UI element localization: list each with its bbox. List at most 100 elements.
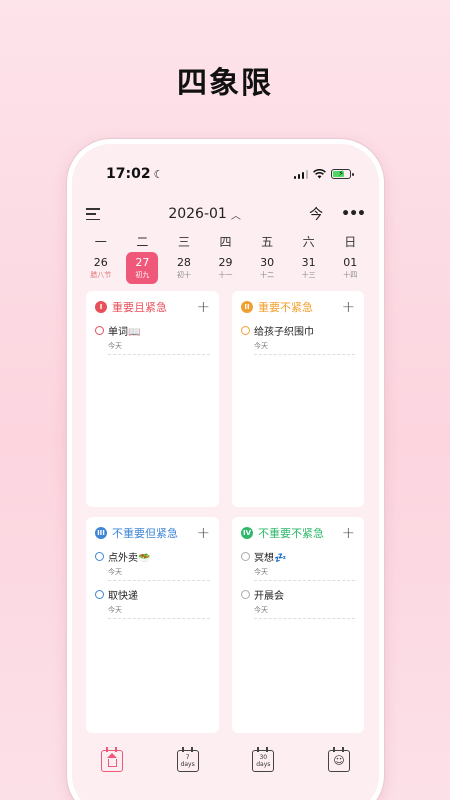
week-strip: 26 腊八节 27 初九 28 初十 29 十一 30 十二 31 十三 01 十四 — [80, 252, 371, 284]
battery-icon: ⚡ — [331, 169, 354, 179]
task-item[interactable]: 给孩子织围巾 今天 — [241, 323, 355, 355]
task-title: 冥想💤 — [254, 553, 287, 564]
quadrant-title-group: III 不重要但紧急 — [95, 525, 178, 541]
task-due: 今天 — [254, 567, 355, 581]
date-number: 01 — [343, 256, 358, 269]
status-time: 17:02 — [106, 166, 151, 182]
quadrant-badge: II — [241, 301, 253, 313]
quadrant-title: 重要不紧急 — [258, 301, 313, 314]
task-title: 开晨会 — [254, 591, 284, 602]
quadrant-title: 不重要不紧急 — [258, 527, 324, 540]
status-bar: 17:02 ☾ ⚡ — [106, 164, 354, 184]
task-checkbox[interactable] — [241, 326, 250, 335]
month-calendar-icon[interactable]: 30 days — [252, 747, 275, 772]
date-number: 31 — [301, 256, 316, 269]
date-cell[interactable]: 26 腊八节 — [80, 252, 122, 284]
quadrant-not-important-urgent: III 不重要但紧急 + 点外卖🥗 今天 取快递 今天 — [86, 517, 219, 733]
quadrant-title: 不重要但紧急 — [112, 527, 178, 540]
task-checkbox[interactable] — [95, 590, 104, 599]
task-item[interactable]: 单词📖 今天 — [95, 323, 210, 355]
add-task-icon[interactable]: + — [342, 525, 355, 541]
lunar-date: 初九 — [135, 271, 150, 279]
chevron-up-icon: ︿ — [230, 210, 241, 222]
quadrant-header: I 重要且紧急 + — [95, 299, 210, 315]
quadrant-important-urgent: I 重要且紧急 + 单词📖 今天 — [86, 291, 219, 507]
today-button[interactable]: 今 — [309, 204, 323, 224]
quadrant-badge: I — [95, 301, 107, 313]
bottom-tab-bar: 7 days 30 days ☺ — [86, 747, 365, 772]
task-title: 取快递 — [108, 591, 138, 602]
moon-icon: ☾ — [153, 167, 164, 181]
add-task-icon[interactable]: + — [342, 299, 355, 315]
top-bar: 2026-01 ︿ 今 ••• — [86, 202, 366, 226]
signal-icon — [293, 169, 308, 179]
tab-unit: days — [256, 761, 271, 768]
weekday-label: 六 — [302, 235, 315, 249]
task-checkbox[interactable] — [95, 326, 104, 335]
quadrant-header: II 重要不紧急 + — [241, 299, 355, 315]
date-cell[interactable]: 01 十四 — [329, 252, 371, 284]
wifi-icon — [313, 169, 326, 179]
task-checkbox[interactable] — [241, 552, 250, 561]
lunar-date: 腊八节 — [90, 271, 112, 279]
house-icon — [106, 752, 117, 767]
smile-icon: ☺ — [333, 754, 345, 767]
quadrant-header: III 不重要但紧急 + — [95, 525, 210, 541]
task-item[interactable]: 冥想💤 今天 — [241, 549, 355, 581]
quadrant-not-important-not-urgent: IV 不重要不紧急 + 冥想💤 今天 开晨会 今天 — [232, 517, 364, 733]
app-screen: 17:02 ☾ ⚡ 2026-01 ︿ 今 ••• 一 二 三 四 五 六 日 … — [72, 144, 379, 800]
lunar-date: 十一 — [218, 271, 233, 279]
date-cell[interactable]: 28 初十 — [163, 252, 205, 284]
date-cell[interactable]: 29 十一 — [205, 252, 247, 284]
lunar-date: 十三 — [301, 271, 316, 279]
task-due: 今天 — [254, 341, 355, 355]
task-due: 今天 — [108, 341, 210, 355]
lunar-date: 初十 — [176, 271, 191, 279]
add-task-icon[interactable]: + — [197, 525, 210, 541]
lunar-date: 十四 — [343, 271, 358, 279]
date-cell[interactable]: 31 十三 — [288, 252, 330, 284]
add-task-icon[interactable]: + — [197, 299, 210, 315]
month-label: 2026-01 — [168, 206, 227, 222]
task-title: 点外卖🥗 — [108, 553, 151, 564]
date-number: 27 — [135, 256, 150, 269]
quadrant-important-not-urgent: II 重要不紧急 + 给孩子织围巾 今天 — [232, 291, 364, 507]
week-calendar-icon[interactable]: 7 days — [176, 747, 199, 772]
date-cell[interactable]: 30 十二 — [246, 252, 288, 284]
task-due: 今天 — [254, 605, 355, 619]
weekday-label: 五 — [261, 235, 274, 249]
weekday-label: 一 — [94, 235, 107, 249]
phone-frame: 17:02 ☾ ⚡ 2026-01 ︿ 今 ••• 一 二 三 四 五 六 日 … — [67, 139, 384, 800]
task-item[interactable]: 点外卖🥗 今天 — [95, 549, 210, 581]
quadrant-badge: III — [95, 527, 107, 539]
top-actions: 今 ••• — [309, 204, 366, 224]
task-checkbox[interactable] — [241, 590, 250, 599]
month-selector[interactable]: 2026-01 ︿ — [168, 206, 241, 222]
date-cell[interactable]: 27 初九 — [122, 252, 164, 284]
tab-number: 7 — [185, 754, 190, 761]
task-due: 今天 — [108, 605, 210, 619]
date-number: 28 — [176, 256, 191, 269]
status-time-group: 17:02 ☾ — [106, 166, 163, 182]
smile-calendar-icon[interactable]: ☺ — [327, 747, 350, 772]
home-calendar-icon[interactable] — [101, 747, 123, 772]
weekday-label: 三 — [177, 235, 190, 249]
status-icons: ⚡ — [293, 169, 354, 179]
tab-unit: days — [180, 761, 195, 768]
weekday-label: 日 — [344, 235, 357, 249]
more-icon[interactable]: ••• — [341, 206, 366, 222]
quadrant-header: IV 不重要不紧急 + — [241, 525, 355, 541]
quadrant-title-group: I 重要且紧急 — [95, 299, 167, 315]
task-item[interactable]: 取快递 今天 — [95, 587, 210, 619]
date-number: 30 — [260, 256, 275, 269]
quadrant-title: 重要且紧急 — [112, 301, 167, 314]
tab-number: 30 — [259, 754, 268, 761]
quadrant-badge: IV — [241, 527, 253, 539]
menu-icon[interactable] — [86, 208, 100, 220]
date-number: 26 — [93, 256, 108, 269]
task-item[interactable]: 开晨会 今天 — [241, 587, 355, 619]
task-checkbox[interactable] — [95, 552, 104, 561]
date-number: 29 — [218, 256, 233, 269]
weekday-header: 一 二 三 四 五 六 日 — [80, 233, 371, 250]
task-title: 给孩子织围巾 — [254, 327, 314, 338]
